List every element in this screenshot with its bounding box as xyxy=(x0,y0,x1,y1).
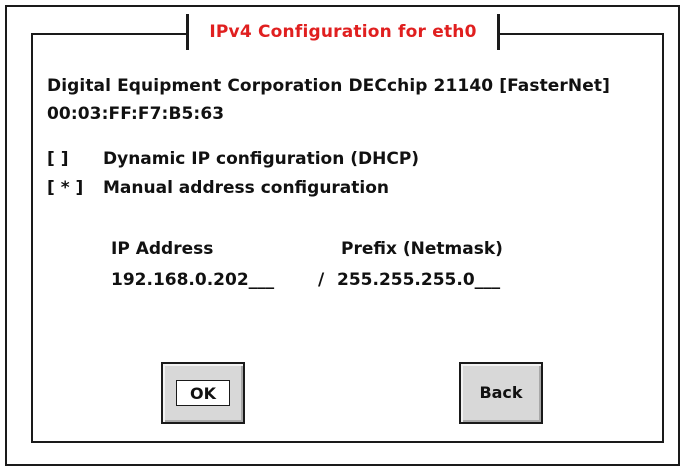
manual-option-label: Manual address configuration xyxy=(103,178,390,198)
back-button[interactable]: Back xyxy=(459,362,543,424)
dhcp-radio[interactable]: [ ] xyxy=(47,149,103,169)
manual-option[interactable]: [ * ] Manual address configuration xyxy=(47,178,389,198)
mac-address: 00:03:FF:F7:B5:63 xyxy=(47,104,225,124)
ok-button-label: OK xyxy=(176,380,230,406)
prefix-label: Prefix (Netmask) xyxy=(341,239,503,259)
dialog-title: IPv4 Configuration for eth0 xyxy=(186,14,500,50)
manual-radio[interactable]: [ * ] xyxy=(47,178,103,198)
back-button-label: Back xyxy=(479,383,523,402)
prefix-field[interactable]: 255.255.255.0___ xyxy=(337,270,500,290)
ip-prefix-separator: / xyxy=(318,270,325,290)
ip-address-field[interactable]: 192.168.0.202___ xyxy=(111,270,274,290)
ok-button[interactable]: OK xyxy=(161,362,245,424)
dhcp-option-label: Dynamic IP configuration (DHCP) xyxy=(103,149,420,169)
ip-address-label: IP Address xyxy=(111,239,214,259)
dhcp-option[interactable]: [ ] Dynamic IP configuration (DHCP) xyxy=(47,149,419,169)
device-name: Digital Equipment Corporation DECchip 21… xyxy=(47,76,610,96)
